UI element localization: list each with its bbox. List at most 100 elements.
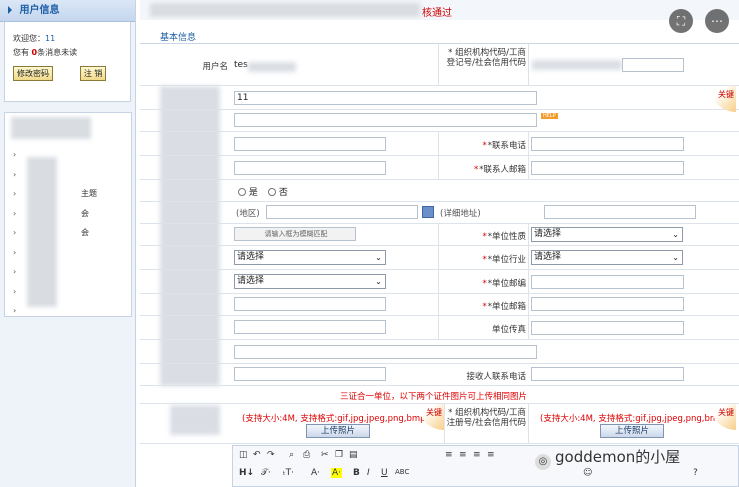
form-row-uploads: (支持大小:4M, 支持格式:gif,jpg,jpeg,png,bmp) 上传照… [140,404,739,444]
form-row-wide [140,340,739,364]
form-row-unit-email: **单位邮箱 [140,294,739,316]
highlight-icon[interactable]: A· [331,468,343,478]
upload-photo-button-2[interactable]: 上传照片 [600,424,664,438]
left-input-email-row[interactable] [234,297,386,311]
user-info-title: 用户信息 [19,5,60,16]
preview-icon[interactable]: ⌕ [289,450,294,460]
short-name-input[interactable] [234,113,537,127]
chevron-right-icon: › [13,286,17,296]
redo-icon[interactable]: ↷ [267,450,275,460]
main-content: 核通过 基本信息 用户名 tes * 组织机构代码/工商登记号/社会信用代码 1… [140,0,739,487]
menu-item[interactable]: › [5,282,131,302]
source-icon[interactable]: ◫ [239,450,248,460]
align-right-icon[interactable]: ≡ [473,450,481,460]
district-input[interactable] [266,205,418,219]
form-row-unit-zip: 请选择 ⌄ **单位邮编 [140,270,739,294]
three-in-one-hint: 三证合一单位，以下两个证件图片可上传相同图片 [340,392,528,402]
font-family-icon[interactable]: 𝒯· [261,468,271,478]
menu-item[interactable]: › [5,262,131,282]
menu-item[interactable]: › 主题 [5,184,131,204]
left-input-fax-row[interactable] [234,320,386,334]
receiver-name-input[interactable] [234,367,386,381]
form-row-unit-fax: 单位传真 [140,316,739,340]
chevron-right-icon: › [13,208,17,218]
form-row-contact-email: **联系人邮箱 [140,156,739,180]
form-row-contact-phone: **联系电话 [140,132,739,156]
menu-item[interactable]: › [5,165,131,185]
key-badge: 关键 [418,404,444,430]
help-icon[interactable]: ? [693,468,698,478]
bold-icon[interactable]: B [353,468,360,478]
page-title-bar: 核通过 [140,0,739,20]
radio-icon [238,188,246,196]
copy-icon[interactable]: ❐ [335,450,343,460]
form-row-short: HELP [140,110,739,132]
menu-item[interactable]: › [5,301,131,321]
heading-icon[interactable]: H↓ [239,468,254,478]
menu-item[interactable]: › [5,243,131,263]
org-code-input[interactable] [622,58,684,72]
contact-mobile-input[interactable] [234,161,386,175]
print-icon[interactable]: ⎙ [303,450,310,460]
help-badge[interactable]: HELP [541,113,558,119]
unit-industry-select[interactable]: 请选择 ⌄ [531,250,683,265]
menu-item[interactable]: › 会 [5,204,131,224]
user-info-header: 用户信息 [0,0,135,22]
chevron-right-icon: › [13,267,17,276]
chevron-right-icon: › [13,169,17,179]
font-color-icon[interactable]: A· [311,468,320,478]
user-info-box: 欢迎您：11 您有 0条消息未读 修改密码 注 销 [4,22,131,102]
key-badge: 关键 [710,86,736,112]
justify-icon[interactable]: ≡ [487,450,495,460]
welcome-line: 欢迎您：11 [13,32,122,46]
contact-name-input[interactable] [234,137,386,151]
wide-input[interactable] [234,345,537,359]
contact-phone-input[interactable] [531,137,684,151]
chevron-down-icon: ⌄ [672,253,679,262]
paste-icon[interactable]: ▤ [349,450,358,460]
upload-photo-button[interactable]: 上传照片 [306,424,370,438]
fullscreen-icon[interactable]: ⛶ [669,9,693,33]
radio-no[interactable]: 否 [268,185,288,198]
change-password-button[interactable]: 修改密码 [13,66,53,81]
italic-icon[interactable]: I [367,468,370,478]
chevron-right-icon: › [13,247,17,257]
cut-icon[interactable]: ✂ [321,450,329,460]
left-select-2[interactable]: 请选择 ⌄ [234,274,386,289]
left-select-1[interactable]: 请选择 ⌄ [234,250,386,265]
section-tab-bar: 基本信息 [140,20,739,44]
font-size-icon[interactable]: ₜT· [283,468,294,478]
underline-icon[interactable]: U [381,468,388,478]
fuzzy-match-input[interactable]: 请输入框为模糊匹配 [234,227,356,241]
tab-basic-info[interactable]: 基本信息 [160,30,196,43]
msg-prefix: 您有 [13,48,32,57]
more-options-icon[interactable]: ⋯ [705,9,729,33]
detail-address-label: (详细地址) [440,209,481,219]
chevron-down-icon: ⌄ [375,253,382,262]
unit-nature-select[interactable]: 请选择 ⌄ [531,227,683,242]
menu-item[interactable]: › [5,145,131,165]
form-row-unit-industry: 请选择 ⌄ **单位行业 请选择 ⌄ [140,246,739,270]
name-input[interactable]: 11 [234,91,537,105]
undo-icon[interactable]: ↶ [253,450,261,460]
detail-address-input[interactable] [544,205,696,219]
contact-email-input[interactable] [531,161,684,175]
unit-zip-input[interactable] [531,275,684,289]
upload-hint-right: (支持大小:4M, 支持格式:gif,jpg,jpeg,png,bmp) [540,414,727,424]
form-row-hint: 三证合一单位，以下两个证件图片可上传相同图片 [140,386,739,404]
unit-nature-label: **单位性质 [482,232,526,242]
radio-yes[interactable]: 是 [238,185,258,198]
strikethrough-icon[interactable]: ABC [395,468,409,476]
logout-button[interactable]: 注 销 [79,66,107,81]
align-left-icon[interactable]: ≡ [445,450,453,460]
receiver-phone-input[interactable] [531,367,684,381]
form-row-receiver: 接收人联系电话 [140,364,739,386]
unit-email-input[interactable] [531,297,684,311]
chevron-down-icon: ⌄ [375,277,382,286]
menu-item[interactable]: › 会 [5,223,131,243]
align-center-icon[interactable]: ≡ [459,450,467,460]
key-badge: 关键 [710,404,736,430]
username-value: tes [234,60,248,70]
calendar-picker-icon[interactable] [422,206,434,218]
unit-fax-input[interactable] [531,321,684,335]
